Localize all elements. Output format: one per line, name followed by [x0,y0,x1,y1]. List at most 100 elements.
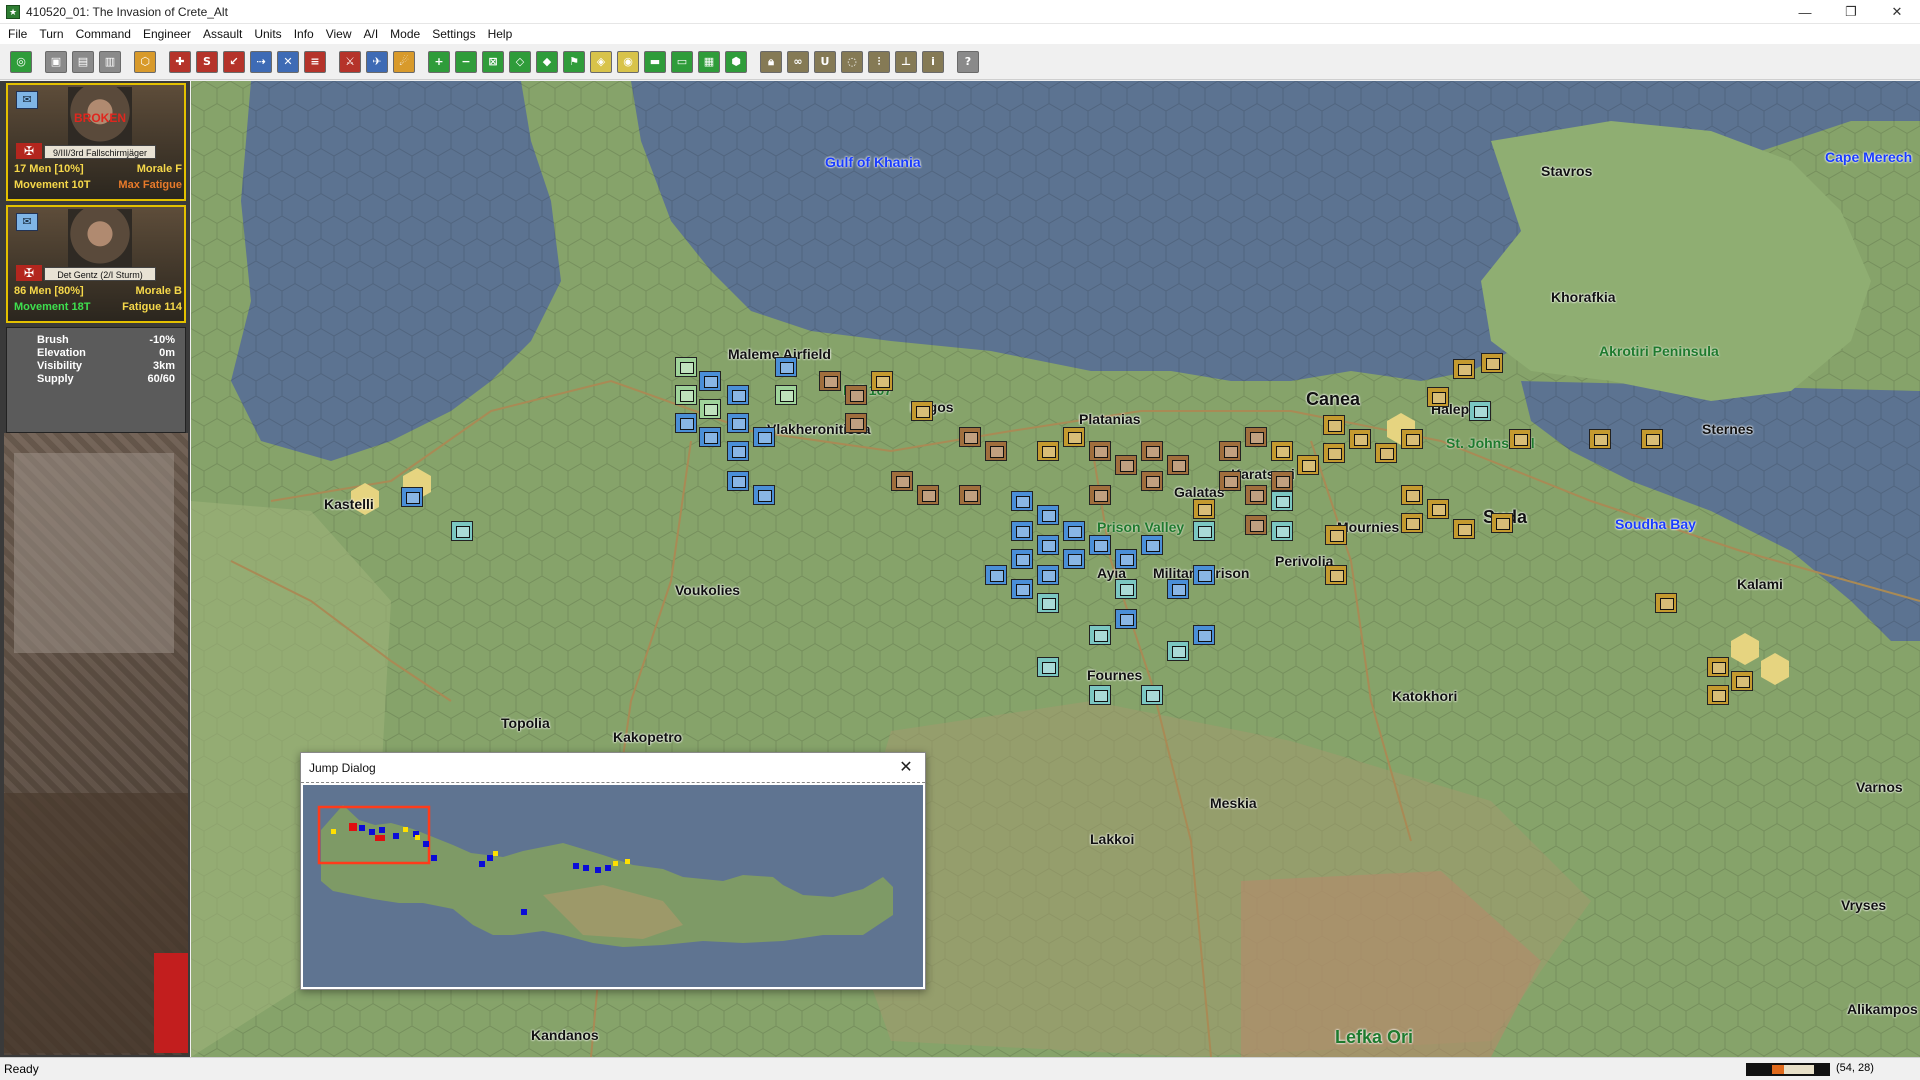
unit-counter[interactable] [1323,415,1345,435]
unit-counter[interactable] [1037,657,1059,677]
unit-counter[interactable] [1589,429,1611,449]
terrain-icon[interactable]: ▬ [644,50,666,73]
lock-icon[interactable]: 🔒︎ [760,50,782,73]
unit-counter[interactable] [985,441,1007,461]
reinforcements-icon[interactable]: ⫶ [868,50,890,73]
unit-counter[interactable] [1193,625,1215,645]
unit-stack-icon[interactable]: S [196,50,218,73]
unit-counter[interactable] [1037,565,1059,585]
unit-counter[interactable] [1089,625,1111,645]
unit-card-2[interactable]: ✉ ✠ Det Gentz (2/I Sturm) 86 Men [80%] M… [6,205,186,323]
binoculars-icon[interactable]: ∞ [787,50,809,73]
unit-counter[interactable] [675,357,697,377]
units-icon[interactable]: ▭ [671,50,693,73]
unit-counter[interactable] [1115,609,1137,629]
unit-counter[interactable] [1245,485,1267,505]
unit-counter[interactable] [1115,549,1137,569]
unit-counter[interactable] [675,413,697,433]
unit-counter[interactable] [959,427,981,447]
menu-view[interactable]: View [320,24,358,44]
unit-counter[interactable] [1401,429,1423,449]
unit-counter[interactable] [727,441,749,461]
unit-counter[interactable] [1141,685,1163,705]
menu-command[interactable]: Command [70,24,137,44]
info-icon[interactable]: i [922,50,944,73]
unit-counter[interactable] [1011,491,1033,511]
unit-counter[interactable] [1167,641,1189,661]
objective-icon[interactable]: ◆ [536,50,558,73]
unit-counter[interactable] [1655,593,1677,613]
unit-counter[interactable] [1491,513,1513,533]
unit-counter[interactable] [1509,429,1531,449]
unit-counter[interactable] [1219,471,1241,491]
unit-counter[interactable] [1245,427,1267,447]
air-icon[interactable]: ✈ [366,50,388,73]
unit-counter[interactable] [1427,387,1449,407]
unit-counter[interactable] [985,565,1007,585]
unit-counter[interactable] [1063,521,1085,541]
report-icon[interactable]: U [814,50,836,73]
contours-icon[interactable]: ◉ [617,50,639,73]
org-chart-icon[interactable]: ⊥ [895,50,917,73]
unit-counter[interactable] [753,485,775,505]
unit-counter[interactable] [1401,513,1423,533]
unit-counter[interactable] [1297,455,1319,475]
close-icon[interactable]: ✕ [895,757,917,779]
unit-counter[interactable] [1089,535,1111,555]
unit-counter[interactable] [1063,427,1085,447]
unit-counter[interactable] [871,371,893,391]
restore-button[interactable]: ❐ [1828,0,1874,24]
unit-counter[interactable] [1193,565,1215,585]
unit-cancel-icon[interactable]: ✕ [277,50,299,73]
hex-grid-icon[interactable]: ⬢ [725,50,747,73]
menu-assault[interactable]: Assault [197,24,248,44]
save-icon[interactable]: ▥ [99,50,121,73]
unit-counter[interactable] [699,371,721,391]
unit-counter[interactable] [753,427,775,447]
unit-counter[interactable] [1141,535,1163,555]
unit-counter[interactable] [775,357,797,377]
unit-counter[interactable] [845,385,867,405]
unit-counter[interactable] [727,385,749,405]
unit-counter[interactable] [1453,359,1475,379]
menu-ai[interactable]: A/I [358,24,385,44]
unit-counter[interactable] [1037,505,1059,525]
unit-counter[interactable] [451,521,473,541]
jump-minimap[interactable] [303,785,923,987]
unit-counter[interactable] [1641,429,1663,449]
minimize-button[interactable]: — [1782,0,1828,24]
open-icon[interactable]: ▤ [72,50,94,73]
status-icon[interactable]: ◌ [841,50,863,73]
unit-counter[interactable] [1271,441,1293,461]
unit-counter[interactable] [1323,443,1345,463]
unit-list-icon[interactable]: ≡ [304,50,326,73]
menu-settings[interactable]: Settings [426,24,481,44]
unit-counter[interactable] [1063,549,1085,569]
unit-counter[interactable] [1167,579,1189,599]
unit-counter[interactable] [727,413,749,433]
unit-counter[interactable] [1037,441,1059,461]
zoom-out-icon[interactable]: − [455,50,477,73]
labels-icon[interactable]: ◈ [590,50,612,73]
unit-counter[interactable] [1707,657,1729,677]
menu-turn[interactable]: Turn [33,24,69,44]
select-icon[interactable]: ▣ [45,50,67,73]
menu-engineer[interactable]: Engineer [137,24,197,44]
unit-counter[interactable] [1731,671,1753,691]
unit-counter[interactable] [1245,515,1267,535]
unit-counter[interactable] [1481,353,1503,373]
unit-counter[interactable] [891,471,913,491]
unit-counter[interactable] [1219,441,1241,461]
unit-counter[interactable] [1141,441,1163,461]
menu-file[interactable]: File [2,24,33,44]
unit-counter[interactable] [1325,565,1347,585]
unit-move-icon[interactable]: ⇢ [250,50,272,73]
unit-counter[interactable] [1707,685,1729,705]
unit-counter[interactable] [1271,491,1293,511]
unit-counter[interactable] [1349,429,1371,449]
unit-counter[interactable] [911,401,933,421]
unit-counter[interactable] [1089,685,1111,705]
unit-fire-icon[interactable]: ✚ [169,50,191,73]
zoom-3d-icon[interactable]: ◇ [509,50,531,73]
unit-counter[interactable] [1011,521,1033,541]
